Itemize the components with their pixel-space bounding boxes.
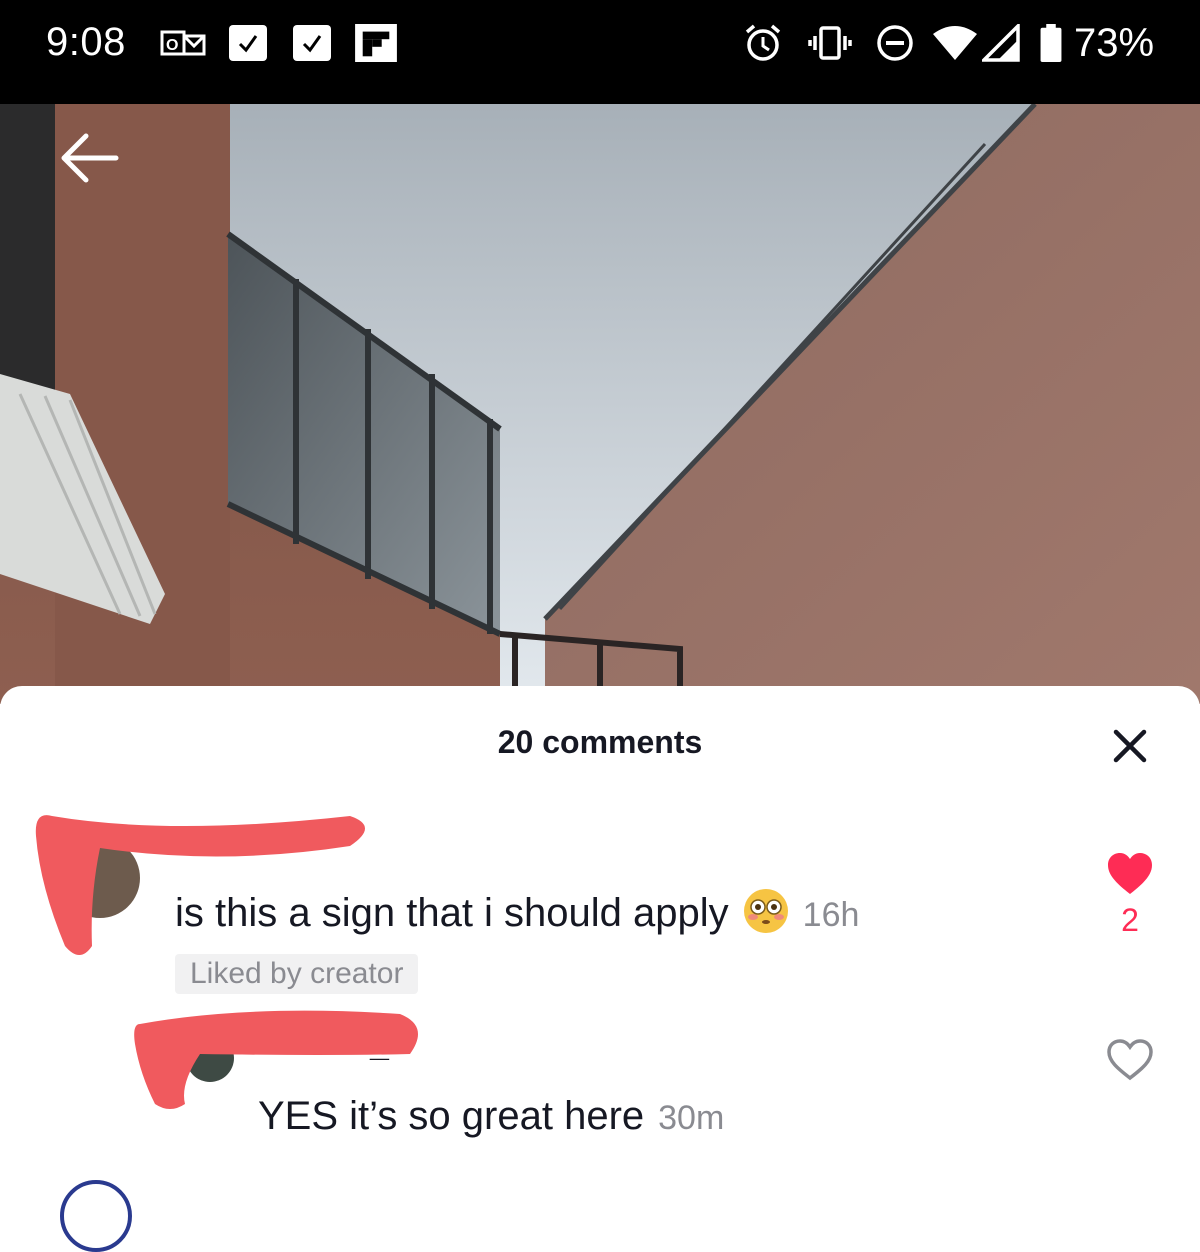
check-icon bbox=[293, 25, 331, 61]
wifi-icon bbox=[933, 26, 977, 60]
heart-outline-icon[interactable] bbox=[1106, 1038, 1154, 1082]
liked-by-creator-badge: Liked by creator bbox=[175, 954, 419, 994]
comments-sheet: 20 comments is this a sign that i should… bbox=[0, 686, 1200, 1252]
alarm-icon bbox=[745, 24, 781, 61]
signal-icon bbox=[982, 24, 1020, 62]
video-frame[interactable] bbox=[0, 104, 1200, 704]
video-scene-image bbox=[0, 104, 1200, 704]
comment-timestamp: 16h bbox=[802, 896, 860, 934]
back-arrow-icon[interactable] bbox=[58, 128, 122, 188]
comment-body: is this a sign that i should apply bbox=[175, 891, 729, 935]
heart-filled-icon[interactable] bbox=[1106, 852, 1154, 896]
flipboard-icon bbox=[355, 24, 397, 62]
dnd-icon bbox=[877, 25, 913, 61]
vibrate-icon bbox=[808, 26, 852, 60]
status-bar: 9:08 O 73% bbox=[0, 0, 1200, 104]
comment-text: is this a sign that i should apply 16h bbox=[175, 888, 859, 936]
comments-count-title: 20 comments bbox=[497, 724, 703, 760]
like-count: 2 bbox=[1121, 902, 1139, 938]
svg-text:O: O bbox=[166, 37, 178, 54]
battery-icon bbox=[1040, 24, 1062, 62]
flushed-emoji-icon bbox=[743, 889, 788, 933]
redaction-mark bbox=[35, 815, 366, 955]
next-comment-avatar[interactable] bbox=[60, 1180, 132, 1252]
reply-body: YES it’s so great here bbox=[258, 1094, 645, 1138]
reply-text: YES it’s so great here 30m bbox=[258, 1094, 724, 1139]
battery-percentage: 73% bbox=[1074, 21, 1155, 65]
close-icon[interactable] bbox=[1110, 726, 1150, 766]
reply-timestamp: 30m bbox=[658, 1099, 725, 1137]
check-icon bbox=[229, 25, 267, 61]
outlook-icon: O bbox=[160, 30, 206, 56]
status-time: 9:08 bbox=[46, 20, 126, 64]
